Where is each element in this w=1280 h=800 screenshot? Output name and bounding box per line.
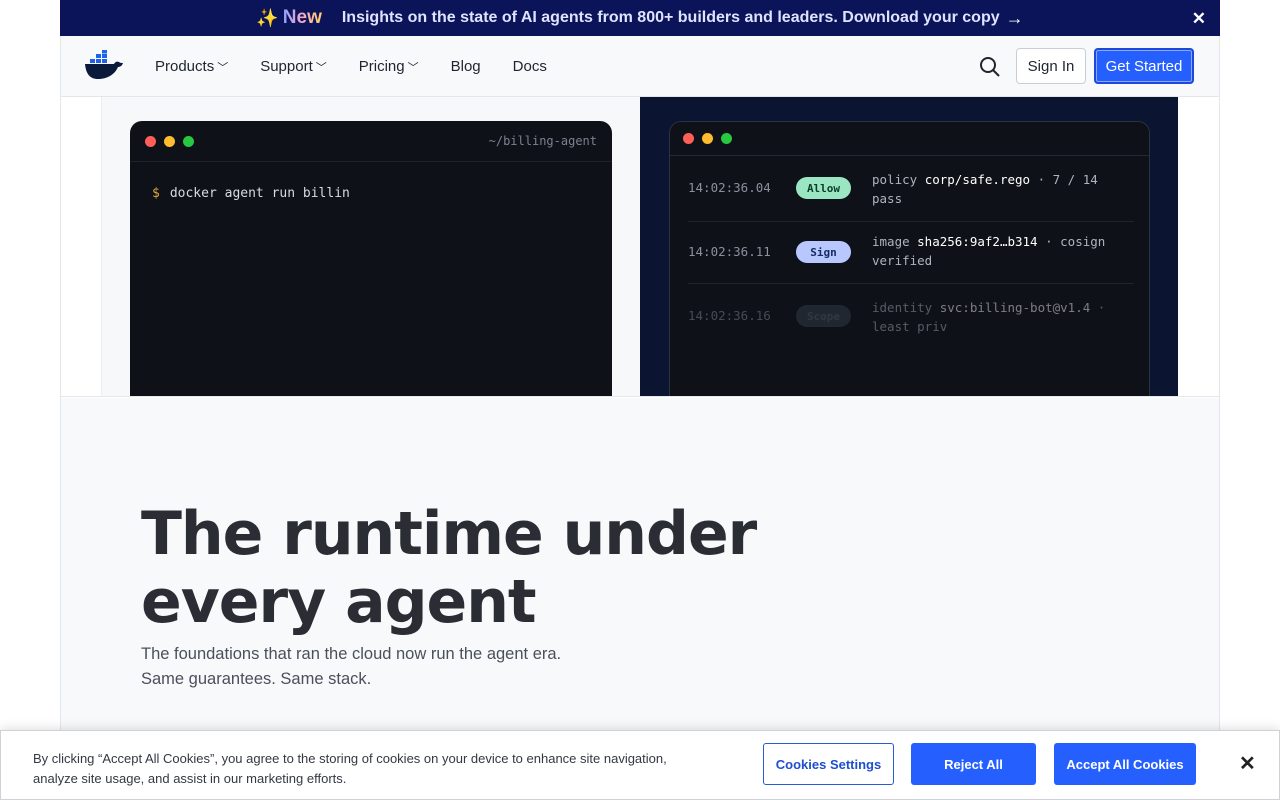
terminal-titlebar: ~/billing-agent xyxy=(130,121,612,162)
close-dot-icon xyxy=(683,133,694,144)
cookies-settings-button[interactable]: Cookies Settings xyxy=(763,743,894,785)
close-dot-icon xyxy=(145,135,156,147)
log-time: 14:02:36.04 xyxy=(688,180,771,195)
sign-in-button[interactable]: Sign In xyxy=(1016,48,1086,84)
log-row: 14:02:36.11 Sign image sha256:9af2…b314 … xyxy=(688,222,1134,284)
nav-item-docs[interactable]: Docs xyxy=(513,58,547,75)
search-icon[interactable] xyxy=(978,55,1002,79)
top-nav: Products ﹀ Support ﹀ Pricing ﹀ Blog Docs… xyxy=(61,36,1219,97)
maximize-dot-icon xyxy=(721,133,732,144)
terminal-titlebar xyxy=(670,122,1149,156)
chevron-down-icon: ﹀ xyxy=(217,61,229,74)
scope-badge: Scope xyxy=(796,305,851,327)
chevron-down-icon: ﹀ xyxy=(315,61,327,74)
nav-item-label: Docs xyxy=(512,58,547,75)
cookie-banner: By clicking “Accept All Cookies”, you ag… xyxy=(0,730,1280,800)
log-description: image sha256:9af2…b314 · cosign verified xyxy=(872,222,1112,283)
nav-item-support[interactable]: Support ﹀ xyxy=(260,58,327,75)
terminal-path: ~/billing-agent xyxy=(488,134,597,148)
terminal-command-line: $ docker agent run billin xyxy=(130,162,612,201)
hero-terminals: ~/billing-agent $ docker agent run billin… xyxy=(61,97,1219,397)
maximize-dot-icon xyxy=(183,135,194,147)
log-desc-highlight: sha256:9af2…b314 xyxy=(917,234,1038,249)
banner-close-icon[interactable]: ✕ xyxy=(1192,9,1206,29)
reject-all-button[interactable]: Reject All xyxy=(911,743,1036,785)
log-desc-prefix: identity xyxy=(872,300,940,315)
terminal-window-right: 14:02:36.04 Allow policy corp/safe.rego … xyxy=(669,121,1150,396)
cookie-close-icon[interactable]: ✕ xyxy=(1239,751,1256,776)
nav-item-label: Pricing xyxy=(358,58,405,75)
banner-message[interactable]: Insights on the state of AI agents from … xyxy=(342,9,1000,27)
announcement-banner[interactable]: ✨ New Insights on the state of AI agents… xyxy=(60,0,1220,36)
nav-item-label: Products xyxy=(155,58,215,75)
log-description: policy corp/safe.rego · 7 / 14 pass xyxy=(872,156,1112,221)
nav-item-pricing[interactable]: Pricing ﹀ xyxy=(359,58,419,75)
log-row: 14:02:36.16 Scope identity svc:billing-b… xyxy=(688,284,1134,350)
nav-menu: Products ﹀ Support ﹀ Pricing ﹀ Blog Docs xyxy=(155,36,579,97)
new-label: New xyxy=(282,7,322,28)
page-title: The runtime under every agent xyxy=(141,500,841,636)
subtitle-line-1: The foundations that ran the cloud now r… xyxy=(141,645,562,663)
terminal-prompt: $ xyxy=(152,186,160,201)
cookie-text: By clicking “Accept All Cookies”, you ag… xyxy=(33,751,667,786)
chevron-down-icon: ﹀ xyxy=(407,61,419,74)
right-panel: 14:02:36.04 Allow policy corp/safe.rego … xyxy=(640,97,1178,396)
nav-item-blog[interactable]: Blog xyxy=(451,58,481,75)
allow-badge: Allow xyxy=(796,177,851,199)
log-row: 14:02:36.04 Allow policy corp/safe.rego … xyxy=(688,156,1134,222)
accept-all-cookies-button[interactable]: Accept All Cookies xyxy=(1054,743,1196,785)
docker-logo[interactable] xyxy=(84,50,124,82)
sparkle-icon: ✨ xyxy=(256,7,279,28)
nav-item-products[interactable]: Products ﹀ xyxy=(155,58,228,75)
sign-badge: Sign xyxy=(796,241,851,263)
subtitle-line-2: Same guarantees. Same stack. xyxy=(141,670,372,688)
headline-line-1: The runtime under xyxy=(141,499,757,569)
nav-item-label: Blog xyxy=(450,58,481,75)
log-time: 14:02:36.16 xyxy=(688,308,771,323)
log-desc-prefix: image xyxy=(872,234,918,249)
log-desc-highlight: svc:billing-bot@v1.4 xyxy=(939,300,1091,315)
log-desc-highlight: corp/safe.rego xyxy=(924,172,1031,187)
headline-line-2: every agent xyxy=(141,567,537,637)
get-started-button[interactable]: Get Started xyxy=(1094,48,1194,84)
log-time: 14:02:36.11 xyxy=(688,244,771,259)
terminal-command: docker agent run billin xyxy=(169,186,350,201)
minimize-dot-icon xyxy=(164,135,175,147)
log-description: identity svc:billing-bot@v1.4 · least pr… xyxy=(872,284,1112,350)
terminal-window-left: ~/billing-agent $ docker agent run billin xyxy=(130,121,612,396)
log-desc-prefix: policy xyxy=(872,172,925,187)
minimize-dot-icon xyxy=(702,133,713,144)
arrow-right-icon[interactable]: → xyxy=(1006,8,1024,29)
page-subtitle: The foundations that ran the cloud now r… xyxy=(141,642,741,692)
nav-item-label: Support xyxy=(260,58,313,75)
